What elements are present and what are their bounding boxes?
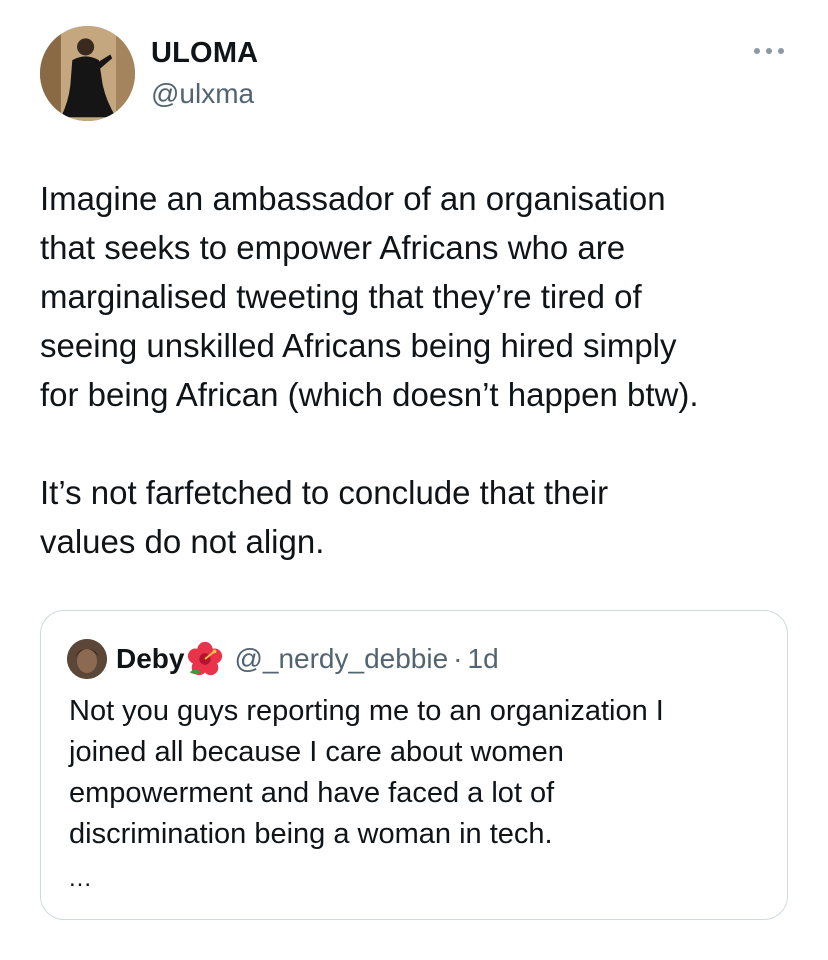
more-dot <box>754 48 760 54</box>
quoted-tweet-time: 1d <box>467 643 499 674</box>
separator-dot: · <box>453 643 463 674</box>
author-avatar-image <box>40 26 135 121</box>
quoted-tweet-truncation: ... <box>69 865 93 892</box>
tweet: ULOMA @ulxma Imagine an ambassador of an… <box>0 0 828 960</box>
tweet-text: Imagine an ambassador of an organisation… <box>40 174 800 566</box>
quoted-tweet-card[interactable]: Deby @_nerdy_debbie · 1d Not you guys re… <box>40 610 788 920</box>
more-dot <box>778 48 784 54</box>
quoted-author-name: Deby <box>116 643 185 674</box>
author-handle[interactable]: @ulxma <box>151 78 254 110</box>
author-display-name[interactable]: ULOMA <box>151 37 258 70</box>
author-avatar[interactable] <box>40 26 135 121</box>
quoted-tweet-text: Not you guys reporting me to an organiza… <box>69 695 664 850</box>
quoted-author-avatar <box>67 639 107 679</box>
more-dot <box>766 48 772 54</box>
more-options-icon[interactable] <box>754 44 784 58</box>
quoted-author-handle: @_nerdy_debbie <box>234 643 449 674</box>
hibiscus-icon <box>188 641 223 676</box>
tweet-paragraph: Imagine an ambassador of an organisation… <box>40 180 699 413</box>
tweet-paragraph: It’s not farfetched to conclude that the… <box>40 474 609 560</box>
quoted-tweet-header: Deby @_nerdy_debbie · 1d <box>67 639 499 679</box>
